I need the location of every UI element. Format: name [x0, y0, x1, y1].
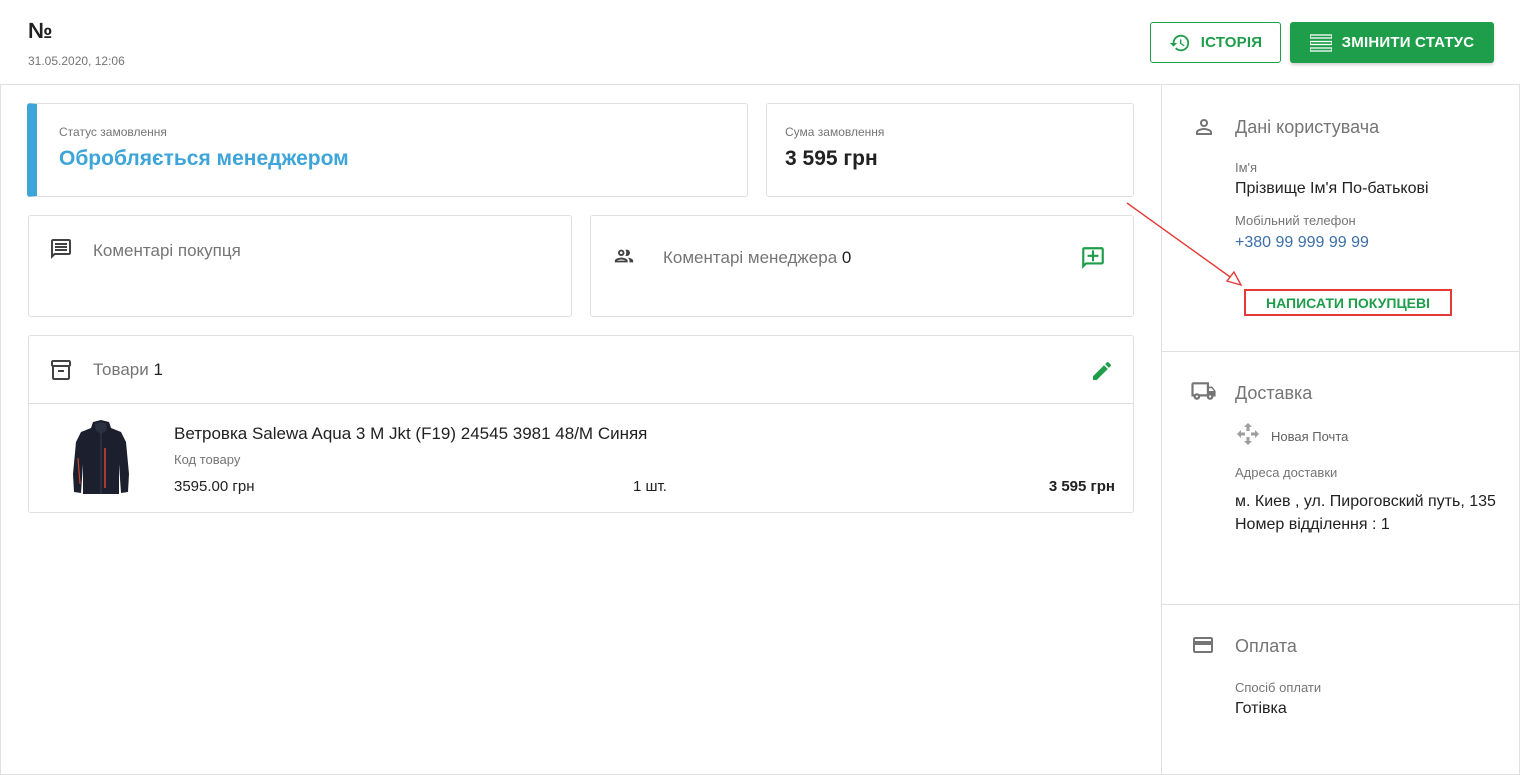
payment-section-title: Оплата — [1235, 636, 1297, 656]
payment-method-label: Спосіб оплати — [1235, 680, 1322, 695]
status-value: Обробляється менеджером — [59, 147, 349, 170]
delivery-address-label: Адреса доставки — [1235, 465, 1338, 480]
sum-value: 3 595 грн — [785, 147, 878, 170]
add-comment-icon[interactable] — [1080, 245, 1106, 271]
nova-poshta-icon — [1237, 423, 1259, 445]
delivery-address-line2: Номер відділення : 1 — [1235, 516, 1390, 533]
order-date: 31.05.2020, 12:06 — [28, 54, 125, 68]
goods-title-label: Товари — [93, 360, 149, 379]
comment-icon — [51, 239, 71, 259]
order-sum-card: Сума замовлення 3 595 грн — [766, 103, 1134, 197]
change-status-button[interactable]: ЗМІНИТИ СТАТУС — [1290, 22, 1494, 63]
buyer-comments-title: Коментарі покупця — [93, 241, 241, 260]
user-section: Дані користувача Ім'я Прізвище Ім'я По-б… — [1162, 85, 1520, 352]
history-label: ІСТОРІЯ — [1200, 34, 1263, 51]
manager-comments-count: 0 — [841, 248, 852, 267]
order-sidebar: Дані користувача Ім'я Прізвище Ім'я По-б… — [1161, 85, 1520, 775]
delivery-carrier: Новая Почта — [1271, 429, 1349, 444]
people-icon — [614, 249, 634, 263]
goods-card: Товари 1 Ветровка Salewa Aqua 3 M Jkt (F… — [28, 335, 1134, 513]
sum-label: Сума замовлення — [785, 125, 885, 139]
user-name-value: Прізвище Ім'я По-батькові — [1235, 180, 1429, 197]
product-total: 3 595 грн — [1048, 478, 1115, 495]
payment-section: Оплата Спосіб оплати Готівка — [1162, 605, 1520, 775]
product-image — [73, 420, 129, 494]
buyer-comments-card: Коментарі покупця — [28, 215, 572, 317]
history-icon — [1169, 34, 1189, 51]
manager-comments-title: Коментарі менеджера 0 — [663, 248, 851, 268]
person-icon — [1196, 119, 1212, 135]
user-phone-link[interactable]: +380 99 999 99 99 — [1235, 234, 1369, 252]
truck-icon — [1191, 382, 1216, 400]
product-name[interactable]: Ветровка Salewa Aqua 3 M Jkt (F19) 24545… — [174, 424, 647, 444]
delivery-section-title: Доставка — [1235, 383, 1313, 403]
status-label: Статус замовлення — [59, 125, 167, 139]
list-icon — [1309, 33, 1332, 52]
user-name-label: Ім'я — [1235, 160, 1258, 175]
user-section-title: Дані користувача — [1235, 117, 1380, 137]
goods-title: Товари 1 — [93, 360, 163, 380]
delivery-section: Доставка Новая Почта Адреса доставки м. … — [1162, 352, 1520, 605]
product-code-label: Код товару — [174, 452, 241, 467]
manager-comments-label: Коментарі менеджера — [663, 248, 838, 267]
change-status-label: ЗМІНИТИ СТАТУС — [1341, 34, 1475, 51]
delivery-address-line1: м. Киев , ул. Пироговский путь, 135 — [1235, 493, 1496, 510]
archive-icon — [51, 360, 71, 380]
card-icon — [1193, 637, 1213, 653]
order-number: № — [28, 18, 53, 43]
order-header: № 31.05.2020, 12:06 ІСТОРІЯ ЗМІНИТИ СТАТ… — [0, 0, 1520, 85]
edit-icon[interactable] — [1090, 359, 1114, 383]
user-phone-label: Мобільний телефон — [1235, 213, 1356, 228]
write-buyer-button[interactable]: НАПИСАТИ ПОКУПЦЕВІ — [1244, 289, 1452, 316]
manager-comments-card: Коментарі менеджера 0 — [590, 215, 1134, 317]
history-button[interactable]: ІСТОРІЯ — [1150, 22, 1281, 63]
goods-header: Товари 1 — [29, 336, 1133, 404]
product-price: 3595.00 грн — [174, 478, 255, 495]
order-status-card: Статус замовлення Обробляється менеджеро… — [27, 103, 748, 197]
product-quantity: 1 шт. — [633, 478, 667, 495]
payment-method-value: Готівка — [1235, 700, 1287, 717]
goods-count: 1 — [153, 360, 163, 379]
